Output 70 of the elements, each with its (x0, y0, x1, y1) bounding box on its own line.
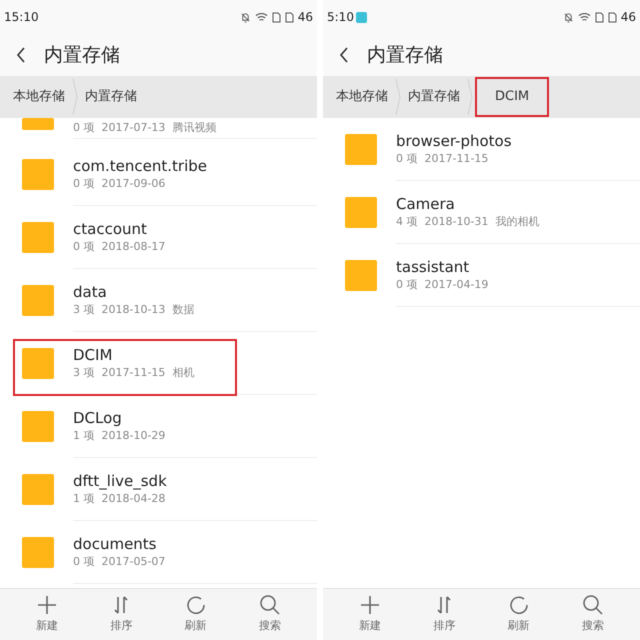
search-button[interactable]: 搜索 (568, 594, 618, 635)
folder-details: 0 项 2017-04-19 (396, 277, 490, 293)
folder-details: 0 项 2017-11-15 (396, 151, 490, 167)
search-button[interactable]: 搜索 (244, 594, 295, 635)
battery-percent: 46 (620, 9, 636, 26)
folder-details: 1 项 2018-04-28 (73, 491, 166, 507)
sim-card-icon (272, 12, 281, 22)
folder-details: 0 项 2018-08-17 (73, 239, 166, 255)
search-icon (582, 594, 604, 616)
refresh-button[interactable]: 刷新 (494, 594, 544, 635)
folder-details: 1 项 2018-10-29 (73, 428, 166, 444)
chevron-separator-icon (395, 77, 401, 117)
plus-icon (359, 594, 382, 616)
mute-bell-icon (240, 12, 251, 22)
folder-icon (22, 411, 54, 442)
folder-details: 0 项 2017-05-07 (73, 554, 166, 570)
folder-details: 0 项 2017-07-13 腾讯视频 (73, 120, 218, 136)
folder-name[interactable]: dftt_live_sdk (73, 471, 317, 491)
folder-details: 3 项 2017-11-15 相机 (73, 365, 196, 381)
refresh-icon (184, 594, 207, 616)
folder-icon (22, 348, 54, 379)
breadcrumb-link[interactable]: 内置存储 (82, 79, 140, 115)
refresh-icon (508, 594, 530, 616)
screen-title: 内置存储 (367, 42, 443, 68)
folder-name[interactable]: tassistant (396, 257, 640, 277)
sim-card-icon (594, 12, 604, 22)
wifi-icon (578, 12, 591, 22)
chevron-separator-icon (467, 77, 473, 117)
breadcrumb-link[interactable]: DCIM (477, 79, 548, 115)
back-icon[interactable] (16, 46, 26, 64)
status-time: 5:10 (327, 9, 354, 26)
folder-icon (22, 222, 54, 253)
search-icon (258, 594, 281, 616)
back-icon[interactable] (339, 46, 349, 64)
breadcrumb-link[interactable]: 本地存储 (333, 79, 391, 115)
folder-details: 4 项 2018-10-31 我的相机 (396, 214, 540, 230)
folder-icon (22, 537, 54, 568)
folder-name[interactable]: ctaccount (73, 219, 317, 239)
sim-card-icon (608, 12, 617, 22)
mute-bell-icon (562, 12, 574, 22)
folder-details: 0 项 2017-09-06 (73, 176, 166, 192)
breadcrumb-link[interactable]: 内置存储 (405, 79, 463, 115)
folder-name[interactable]: Camera (396, 194, 640, 214)
folder-name[interactable]: DCLog (73, 408, 317, 428)
sort-button[interactable]: 排序 (419, 594, 470, 635)
folder-icon (22, 285, 54, 316)
new-button[interactable]: 新建 (345, 594, 396, 635)
folder-icon (22, 118, 54, 130)
screen-title: 内置存储 (44, 42, 120, 68)
folder-details: 3 项 2018-10-13 数据 (73, 302, 196, 318)
folder-icon (345, 134, 377, 165)
folder-icon (22, 159, 54, 190)
folder-icon (345, 197, 377, 228)
sim-card-icon (284, 12, 294, 22)
sort-button[interactable]: 排序 (96, 594, 146, 635)
folder-name[interactable]: browser-photos (396, 131, 640, 151)
chevron-separator-icon (72, 77, 78, 117)
refresh-button[interactable]: 刷新 (170, 594, 221, 635)
wifi-icon (254, 12, 268, 22)
folder-icon (22, 474, 54, 505)
status-time: 15:10 (4, 9, 39, 26)
folder-icon (345, 260, 377, 291)
folder-name[interactable]: com.tencent.tribe (73, 156, 317, 176)
battery-percent: 46 (298, 9, 313, 26)
breadcrumb-link[interactable]: 本地存储 (10, 79, 68, 115)
plus-icon (36, 594, 58, 616)
folder-name[interactable]: documents (73, 534, 317, 554)
folder-name[interactable]: DCIM (73, 345, 317, 365)
folder-name[interactable]: data (73, 282, 317, 302)
new-button[interactable]: 新建 (22, 594, 72, 635)
